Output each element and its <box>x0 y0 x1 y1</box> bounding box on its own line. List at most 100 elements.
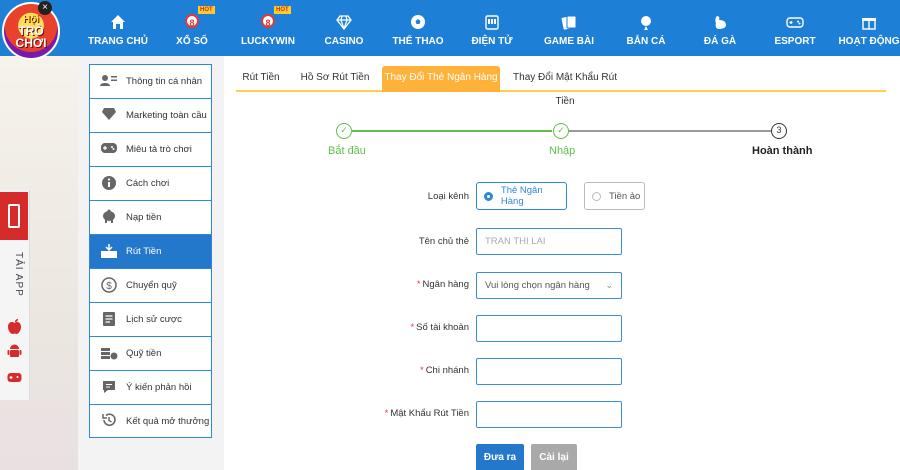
close-icon[interactable]: × <box>38 1 52 15</box>
withdraw-tabs: Rút Tiền Hồ Sơ Rút Tiền Thay Đổi Thẻ Ngâ… <box>236 66 886 107</box>
sidebar-item-label: Cách chơi <box>126 178 170 189</box>
download-app-label: TẢI APP <box>13 252 24 297</box>
sidebar-item-label: Marketing toàn cầu <box>126 110 207 121</box>
nav-da-ga[interactable]: ĐÁ GÀ <box>688 0 752 56</box>
nav-dien-tu[interactable]: ĐIỆN TỬ <box>460 0 524 56</box>
top-navbar: TRANG CHỦ HOT 8 XỔ SỐ HOT 8 LUCKYWIN CAS… <box>0 0 900 56</box>
tab-change-bank-card[interactable]: Thay Đổi Thẻ Ngân Hàng <box>382 66 500 92</box>
sidebar-item-label: Quỹ tiền <box>126 348 162 359</box>
nav-casino[interactable]: CASINO <box>312 0 376 56</box>
slot-machine-icon <box>484 14 500 32</box>
hot-badge: HOT <box>198 6 215 14</box>
nav-game-bai[interactable]: GAME BÀI <box>536 0 602 56</box>
radio-selected-icon <box>484 191 493 201</box>
sidebar-item-marketing[interactable]: Marketing toàn cầu <box>89 98 212 132</box>
dollar-circle-icon: $ <box>98 276 120 295</box>
bank-select[interactable]: Vui lòng chọn ngân hàng ⌄ <box>476 272 622 299</box>
nav-luckywin[interactable]: HOT 8 LUCKYWIN <box>236 0 300 56</box>
step-1-label: Bắt đầu <box>328 145 366 157</box>
sidebar-item-transfer[interactable]: $ Chuyển quỹ <box>89 268 212 302</box>
nav-label: XỔ SỐ <box>176 36 208 47</box>
nav-label: ĐIỆN TỬ <box>471 36 513 47</box>
nav-ban-ca[interactable]: BẮN CÁ <box>614 0 678 56</box>
rooster-icon <box>712 14 728 32</box>
soccer-ball-icon <box>410 14 426 32</box>
channel-type-label: Loại kênh <box>427 191 469 202</box>
step-pending-line <box>569 130 771 132</box>
sidebar-item-funds[interactable]: Quỹ tiền <box>89 336 212 370</box>
apple-icon[interactable] <box>6 318 23 335</box>
lottery-ball-icon: 8 <box>185 14 199 28</box>
nav-hoat-dong[interactable]: HOẠT ĐỘNG <box>836 0 900 56</box>
nav-label: TRANG CHỦ <box>88 36 148 47</box>
sidebar-item-feedback[interactable]: Ý kiến phản hồi <box>89 370 212 404</box>
account-number-field[interactable] <box>476 315 622 342</box>
home-icon <box>110 14 126 32</box>
chat-icon <box>98 379 120 397</box>
sidebar-item-how-to-play[interactable]: Cách chơi <box>89 166 212 200</box>
radio-bank-card[interactable]: Thẻ Ngân Hàng <box>476 182 567 210</box>
info-icon <box>98 175 120 193</box>
card-holder-field[interactable]: TRAN THI LAI <box>476 228 622 255</box>
tab-withdraw-records[interactable]: Hồ Sơ Rút Tiền <box>294 66 376 92</box>
step-3-label: Hoàn thành <box>752 145 813 157</box>
sidebar-item-label: Chuyển quỹ <box>126 280 177 291</box>
lottery-ball-icon: 8 <box>261 14 275 28</box>
nav-xo-so[interactable]: HOT 8 XỔ SỐ <box>160 0 224 56</box>
chevron-down-icon: ⌄ <box>605 280 613 290</box>
nav-label: HOẠT ĐỘNG <box>838 36 900 47</box>
android-icon[interactable] <box>6 343 23 360</box>
sidebar-item-label: Nạp tiền <box>126 212 162 223</box>
sidebar-item-game-description[interactable]: Miêu tả trò chơi <box>89 132 212 166</box>
step-2-label: Nhập <box>549 145 576 157</box>
gamepad-icon <box>786 14 804 32</box>
sidebar-item-label: Ý kiến phản hồi <box>126 382 192 393</box>
radio-label: Tiền ảo <box>609 190 641 202</box>
hot-badge: HOT <box>274 6 291 14</box>
gamepad-icon[interactable] <box>6 370 23 387</box>
reset-button[interactable]: Cài lại <box>531 444 577 470</box>
logo-text: TRÒ <box>18 23 44 38</box>
sidebar-item-personal-info[interactable]: Thông tin cá nhân <box>89 64 212 98</box>
nav-trang-chu[interactable]: TRANG CHỦ <box>86 0 150 56</box>
step-1-check-icon: ✓ <box>336 123 352 139</box>
nav-esport[interactable]: ESPORT <box>762 0 828 56</box>
sidebar-item-label: Rút Tiền <box>126 246 162 257</box>
sidebar-item-draw-results[interactable]: Kết quả mở thưởng <box>89 404 212 438</box>
piggy-bank-icon <box>98 209 120 227</box>
sidebar-item-label: Miêu tả trò chơi <box>126 144 192 155</box>
withdraw-password-field[interactable] <box>476 401 622 428</box>
bank-select-placeholder: Vui lòng chọn ngân hàng <box>485 280 590 291</box>
coins-icon <box>98 345 120 363</box>
tab-withdraw[interactable]: Rút Tiền <box>236 66 286 92</box>
gamepad-icon <box>98 141 120 159</box>
withdraw-icon <box>98 243 120 261</box>
tab-change-withdraw-password[interactable]: Thay Đổi Mật Khẩu Rút Tiền <box>506 66 624 107</box>
account-number-label: * Số tài khoản <box>410 322 469 333</box>
radio-label: Thẻ Ngân Hàng <box>500 185 543 207</box>
qr-code-icon[interactable] <box>0 192 28 240</box>
nav-label: ĐÁ GÀ <box>703 36 737 47</box>
sidebar-item-deposit[interactable]: Nạp tiền <box>89 200 212 234</box>
nav-label: BẮN CÁ <box>626 36 666 47</box>
sidebar-item-label: Kết quả mở thưởng <box>126 415 210 427</box>
sidebar-item-bet-history[interactable]: Lịch sử cược <box>89 302 212 336</box>
sidebar-item-withdraw[interactable]: Rút Tiền <box>89 234 212 268</box>
main-panel: Rút Tiền Hồ Sơ Rút Tiền Thay Đổi Thẻ Ngâ… <box>224 56 900 470</box>
radio-unselected-icon <box>592 191 601 201</box>
radio-crypto[interactable]: Tiền ảo <box>584 182 645 210</box>
diamond-icon <box>336 14 352 32</box>
branch-field[interactable] <box>476 358 622 385</box>
branch-label: * Chi nhánh <box>419 365 469 376</box>
fish-icon <box>638 14 654 32</box>
nav-the-thao[interactable]: THỂ THAO <box>386 0 450 56</box>
nav-label: GAME BÀI <box>544 36 594 47</box>
nav-label: ESPORT <box>774 36 816 47</box>
step-3-number: 3 <box>771 123 787 139</box>
submit-button[interactable]: Đưa ra <box>476 444 524 470</box>
nav-label: CASINO <box>324 36 364 47</box>
user-card-icon <box>98 73 120 91</box>
account-sidebar: Thông tin cá nhân Marketing toàn cầu Miê… <box>89 64 212 441</box>
document-icon <box>98 311 120 329</box>
diamond-icon <box>98 107 120 125</box>
